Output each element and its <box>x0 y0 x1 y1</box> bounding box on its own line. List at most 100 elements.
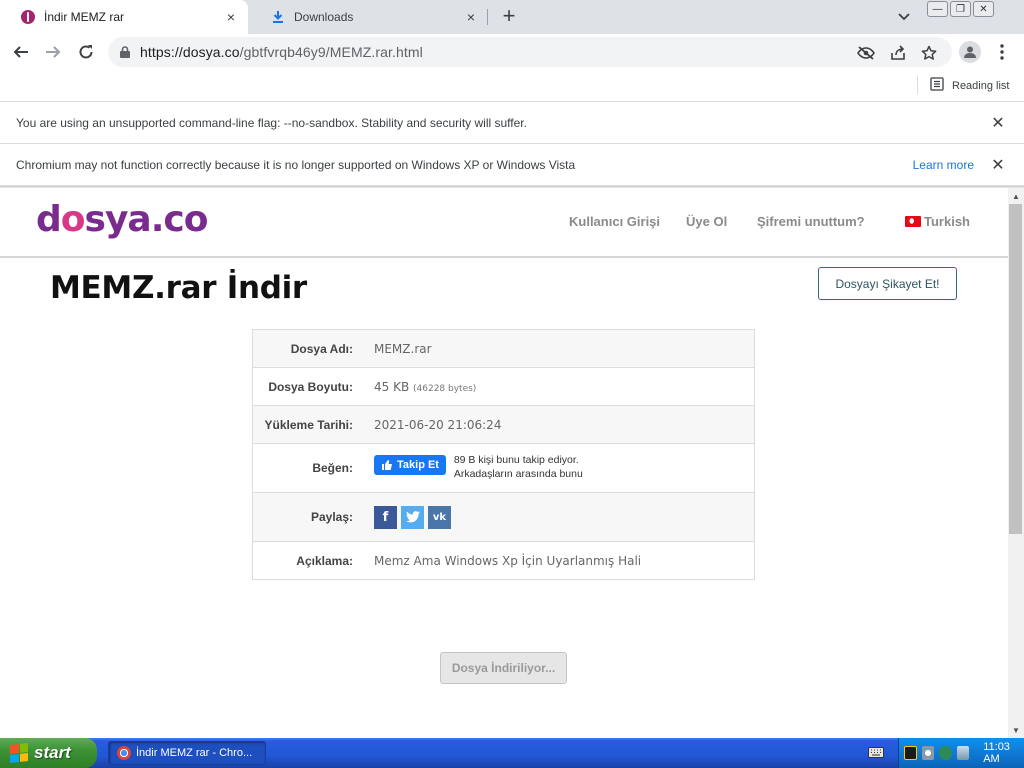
language-label: Turkish <box>924 214 970 229</box>
facebook-share-icon[interactable]: f <box>374 505 397 529</box>
site-header: dosya.co Kullanıcı Girişi Üye Ol Şifremi… <box>0 188 1008 258</box>
follow-label: Takip Et <box>397 459 439 471</box>
file-info-table: Dosya Adı: MEMZ.rar Dosya Boyutu: 45 KB … <box>252 329 755 580</box>
volume-icon[interactable] <box>956 746 970 760</box>
table-row-share: Paylaş: f vk <box>253 493 754 542</box>
url-text: https://dosya.co/gbtfvrqb46y9/MEMZ.rar.h… <box>140 44 423 60</box>
nav-signup-link[interactable]: Üye Ol <box>686 214 727 229</box>
bookmarks-bar: Reading list <box>0 70 1024 102</box>
file-size-bytes: (46228 bytes) <box>413 383 477 394</box>
table-row-like: Beğen: Takip Et 89 B kişi bunu takip edi… <box>253 444 754 493</box>
scroll-down-arrow-icon[interactable]: ▼ <box>1008 723 1024 737</box>
new-tab-button[interactable]: + <box>498 5 520 27</box>
bookmarks-separator <box>917 76 918 94</box>
taskbar-clock: 11:03 AM <box>983 741 1010 765</box>
dosya-favicon-icon <box>20 9 36 25</box>
start-label: start <box>34 743 71 762</box>
label-file-size: Dosya Boyutu: <box>268 379 353 394</box>
tab-close-icon[interactable]: × <box>462 8 480 26</box>
eye-slash-icon[interactable] <box>857 44 875 62</box>
follow-line-2: Arkadaşların arasında bunu <box>453 468 583 480</box>
window-controls: — ❐ ✕ <box>927 1 994 17</box>
profile-button[interactable] <box>958 40 982 64</box>
reading-list-button[interactable]: Reading list <box>930 77 1009 94</box>
value-upload-date: 2021-06-20 21:06:24 <box>374 417 502 432</box>
avatar-icon <box>959 41 981 63</box>
forward-arrow-icon[interactable] <box>41 40 65 64</box>
tab-search-chevron-down-icon[interactable] <box>894 8 914 26</box>
infobar-message: You are using an unsupported command-lin… <box>16 115 527 130</box>
menu-kebab-icon[interactable] <box>990 40 1014 64</box>
download-button[interactable]: Dosya İndiriliyor... <box>440 652 567 684</box>
reading-list-icon <box>930 77 944 94</box>
value-description: Memz Ama Windows Xp İçin Uyarlanmış Hali <box>374 553 642 568</box>
tray-app-icon[interactable] <box>904 746 917 760</box>
value-like: Takip Et 89 B kişi bunu takip ediyor. Ark… <box>363 453 754 481</box>
windows-logo-icon <box>10 743 28 763</box>
infobar-no-sandbox: You are using an unsupported command-lin… <box>0 102 1024 144</box>
download-icon <box>270 9 286 25</box>
window-close-button[interactable]: ✕ <box>973 1 994 17</box>
bookmark-star-icon[interactable] <box>920 44 938 62</box>
facebook-follow-button[interactable]: Takip Et <box>374 455 446 475</box>
vk-share-icon[interactable]: vk <box>428 505 451 529</box>
value-file-name: MEMZ.rar <box>374 341 432 356</box>
scrollbar-thumb[interactable] <box>1009 204 1022 534</box>
url-host: https://dosya.co <box>140 44 240 60</box>
windows-taskbar: start İndir MEMZ rar - Chro... 11:03 AM <box>0 738 1024 768</box>
web-page: dosya.co Kullanıcı Girişi Üye Ol Şifremi… <box>0 188 1008 738</box>
file-size-kb: 45 KB <box>374 379 410 394</box>
minimize-button[interactable]: — <box>927 1 948 17</box>
share-buttons: f vk <box>374 505 451 529</box>
dosya-logo[interactable]: dosya.co <box>36 199 209 240</box>
twitter-share-icon[interactable] <box>401 505 424 529</box>
lock-icon[interactable] <box>120 46 130 58</box>
logo-o: o <box>60 199 86 240</box>
system-tray: 11:03 AM <box>898 738 1024 768</box>
taskbar-item-label: İndir MEMZ rar - Chro... <box>136 747 253 759</box>
tab-indir-memz[interactable]: İndir MEMZ rar × <box>0 0 248 34</box>
follow-count-text: 89 B kişi bunu takip ediyor. Arkadaşların… <box>454 453 583 481</box>
keyboard-icon[interactable] <box>868 746 884 759</box>
tab-title: Downloads <box>294 10 354 24</box>
tray-network-icon[interactable] <box>939 746 952 760</box>
report-file-button[interactable]: Dosyayı Şikayet Et! <box>818 267 957 300</box>
table-row-name: Dosya Adı: MEMZ.rar <box>253 330 754 368</box>
table-row-date: Yükleme Tarihi: 2021-06-20 21:06:24 <box>253 406 754 444</box>
tab-downloads[interactable]: Downloads × <box>250 0 488 34</box>
tab-title: İndir MEMZ rar <box>44 10 125 24</box>
language-selector[interactable]: Turkish <box>905 214 970 229</box>
thumbs-up-icon <box>382 460 392 470</box>
tab-separator <box>487 9 488 25</box>
label-like: Beğen: <box>312 461 353 475</box>
logo-d: d <box>36 199 62 240</box>
taskbar-item-chromium[interactable]: İndir MEMZ rar - Chro... <box>108 741 266 765</box>
label-upload-date: Yükleme Tarihi: <box>264 417 353 432</box>
infobar-message: Chromium may not function correctly beca… <box>16 157 576 172</box>
start-button[interactable]: start <box>0 738 97 768</box>
value-share: f vk <box>363 505 754 529</box>
infobar-close-icon[interactable]: ✕ <box>990 157 1006 174</box>
infobar-unsupported-os: Chromium may not function correctly beca… <box>0 144 1024 186</box>
chromium-icon <box>117 746 131 760</box>
scroll-up-arrow-icon[interactable]: ▲ <box>1008 189 1024 203</box>
tab-close-icon[interactable]: × <box>222 8 240 26</box>
browser-toolbar: https://dosya.co/gbtfvrqb46y9/MEMZ.rar.h… <box>0 34 1024 70</box>
reload-icon[interactable] <box>74 40 98 64</box>
tray-shield-icon[interactable] <box>921 746 935 760</box>
page-scrollbar[interactable]: ▲ ▼ <box>1008 188 1024 738</box>
nav-forgot-password-link[interactable]: Şifremi unuttum? <box>757 214 865 229</box>
turkey-flag-icon <box>905 216 921 227</box>
restore-button[interactable]: ❐ <box>950 1 971 17</box>
learn-more-link[interactable]: Learn more <box>913 158 974 172</box>
url-path: /gbtfvrqb46y9/MEMZ.rar.html <box>239 44 423 60</box>
table-row-size: Dosya Boyutu: 45 KB (46228 bytes) <box>253 368 754 406</box>
address-bar[interactable]: https://dosya.co/gbtfvrqb46y9/MEMZ.rar.h… <box>108 37 952 67</box>
nav-login-link[interactable]: Kullanıcı Girişi <box>569 214 660 229</box>
back-arrow-icon[interactable] <box>9 40 33 64</box>
share-icon[interactable] <box>889 44 907 62</box>
value-file-size: 45 KB (46228 bytes) <box>363 380 754 394</box>
label-file-name: Dosya Adı: <box>290 341 353 356</box>
logo-rest: sya.co <box>84 199 209 240</box>
infobar-close-icon[interactable]: ✕ <box>990 115 1006 132</box>
